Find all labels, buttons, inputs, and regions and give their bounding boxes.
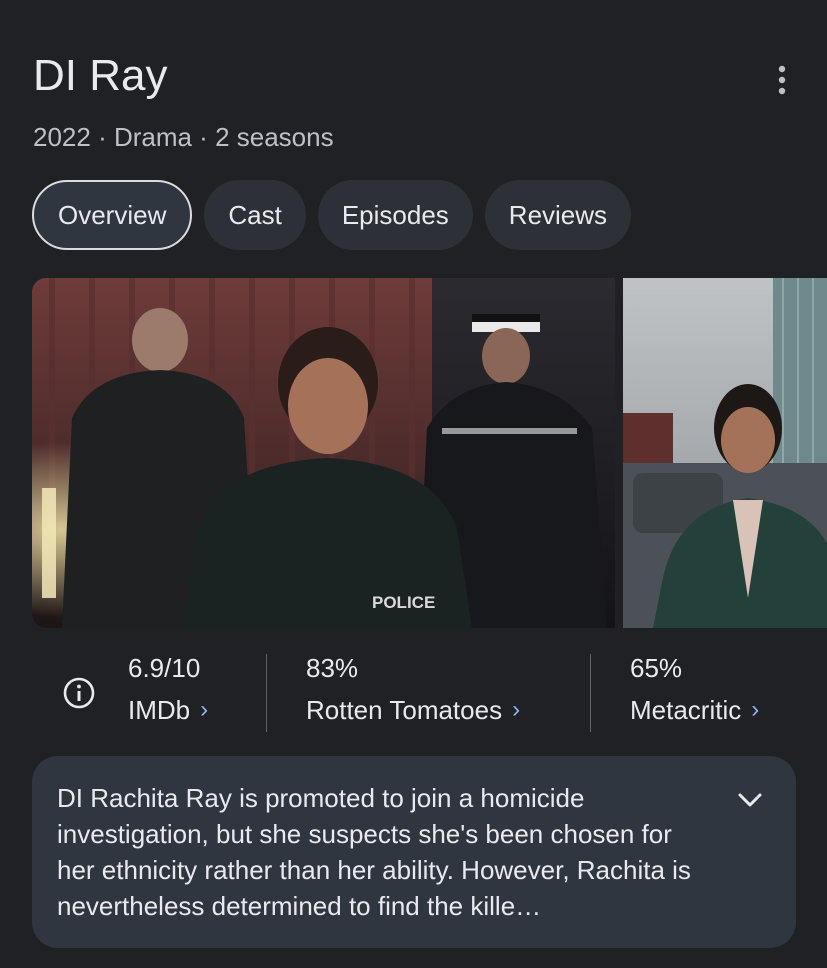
rating-score: 6.9/10 — [128, 653, 201, 683]
rating-rotten-tomatoes[interactable]: 83% Rotten Tomatoes › — [306, 648, 520, 732]
description-text: DI Rachita Ray is promoted to join a hom… — [57, 783, 691, 921]
image-carousel[interactable]: POLICE — [32, 278, 827, 628]
rating-source: IMDb › — [128, 688, 208, 732]
chevron-right-icon: › — [512, 696, 521, 723]
rating-source: Rotten Tomatoes › — [306, 688, 520, 732]
knowledge-panel: DI Ray 2022 · Drama · 2 seasons Overview… — [0, 0, 827, 968]
rating-source-label: Metacritic — [630, 695, 742, 725]
more-vert-icon — [778, 65, 786, 95]
tab-overview[interactable]: Overview — [32, 180, 193, 250]
page-title: DI Ray — [33, 51, 168, 100]
description-card[interactable]: DI Rachita Ray is promoted to join a hom… — [32, 756, 796, 948]
rating-score: 65% — [630, 653, 683, 683]
show-image-police-scene[interactable]: POLICE — [32, 278, 615, 628]
tab-cast[interactable]: Cast — [204, 180, 306, 250]
tab-episodes[interactable]: Episodes — [317, 180, 473, 250]
police-badge-text: POLICE — [372, 593, 435, 612]
rating-source: Metacritic › — [630, 688, 759, 732]
ratings-row: 6.9/10 IMDb › 83% Rotten Tomatoes › 65% … — [32, 648, 827, 738]
chevron-right-icon: › — [200, 696, 209, 723]
show-image-portrait[interactable] — [623, 278, 827, 628]
divider — [266, 654, 267, 732]
tab-bar: Overview Cast Episodes Reviews — [32, 180, 632, 250]
info-icon[interactable] — [62, 676, 96, 710]
divider — [590, 654, 591, 732]
more-options-button[interactable] — [760, 58, 804, 102]
chevron-down-icon[interactable] — [732, 782, 768, 818]
rating-source-label: Rotten Tomatoes — [306, 695, 503, 725]
rating-imdb[interactable]: 6.9/10 IMDb › — [128, 648, 208, 732]
rating-score: 83% — [306, 653, 359, 683]
chevron-right-icon: › — [751, 696, 760, 723]
show-metadata: 2022 · Drama · 2 seasons — [33, 122, 334, 152]
rating-source-label: IMDb — [128, 695, 191, 725]
tab-reviews[interactable]: Reviews — [484, 180, 632, 250]
rating-metacritic[interactable]: 65% Metacritic › — [630, 648, 759, 732]
